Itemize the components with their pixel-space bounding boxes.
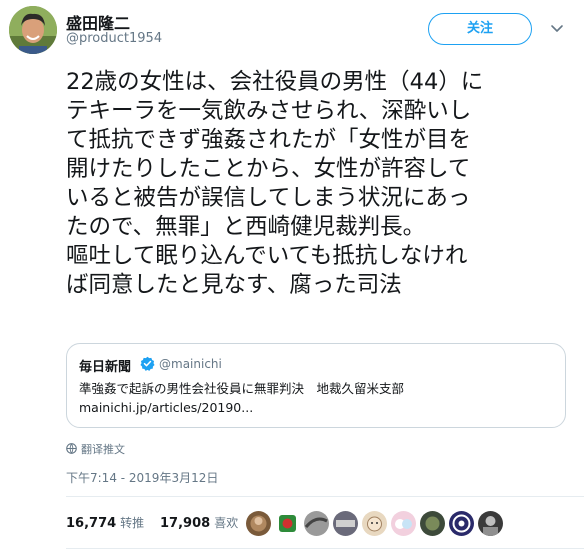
like-label[interactable]: 喜欢 xyxy=(214,516,238,530)
quote-author-name: 毎日新聞 xyxy=(79,360,132,375)
liker-avatar[interactable] xyxy=(391,511,416,536)
translate-label: 翻译推文 xyxy=(81,443,125,456)
chevron-down-icon[interactable] xyxy=(549,20,565,36)
retweet-count[interactable]: 16,774 xyxy=(66,516,116,531)
retweet-label[interactable]: 转推 xyxy=(120,516,144,530)
liker-avatar[interactable] xyxy=(246,511,271,536)
liker-avatar[interactable] xyxy=(362,511,387,536)
quoted-tweet-card[interactable]: 毎日新聞 @mainichi 準強姦で起訴の男性会社役員に無罪判決 地裁久留米支… xyxy=(66,343,566,428)
tweet-line: 22歳の女性は、会社役員の男性（44）に xyxy=(66,69,484,95)
tweet-line: 開けたりしたことから、女性が許容して xyxy=(66,156,471,182)
tweet-line: ば同意したと見なす、腐った司法 xyxy=(66,272,402,298)
divider xyxy=(66,548,584,549)
divider xyxy=(66,496,584,497)
quote-author-handle: @mainichi xyxy=(159,357,222,371)
liker-avatar[interactable] xyxy=(333,511,358,536)
author-avatar[interactable] xyxy=(9,6,57,54)
author-handle[interactable]: @product1954 xyxy=(66,31,162,46)
liker-avatar[interactable] xyxy=(449,511,474,536)
globe-icon xyxy=(66,443,77,454)
liker-avatar[interactable] xyxy=(304,511,329,536)
tweet-line: たので、無罪」と西崎健児裁判長。 xyxy=(66,214,426,240)
follow-button[interactable]: 关注 xyxy=(428,13,532,45)
translate-tweet-link[interactable]: 翻译推文 xyxy=(66,441,125,457)
like-count[interactable]: 17,908 xyxy=(160,516,210,531)
liker-avatar[interactable] xyxy=(478,511,503,536)
quote-link[interactable]: mainichi.jp/articles/20190... xyxy=(79,400,253,415)
liker-avatar[interactable] xyxy=(275,511,300,536)
tweet-line: 嘔吐して眠り込んでいても抵抗しなけれ xyxy=(66,243,468,269)
tweet-text: 22歳の女性は、会社役員の男性（44）に テキーラを一気飲みさせられ、深酔いし … xyxy=(66,68,578,300)
liker-avatar[interactable] xyxy=(420,511,445,536)
tweet-line: て抵抗できず強姦されたが「女性が目を xyxy=(66,127,472,153)
verified-badge-icon xyxy=(140,356,155,371)
tweet-timestamp[interactable]: 下午7:14 - 2019年3月12日 xyxy=(66,469,218,486)
tweet-line: いると被告が誤信してしまう状況にあっ xyxy=(66,185,471,211)
tweet-card: 盛田隆二 @product1954 关注 22歳の女性は、会社役員の男性（44）… xyxy=(0,0,584,554)
tweet-stats: 16,774 转推 17,908 喜欢 xyxy=(66,514,250,531)
tweet-line: テキーラを一気飲みさせられ、深酔いし xyxy=(66,98,472,124)
quote-text: 準強姦で起訴の男性会社役員に無罪判決 地裁久留米支部 xyxy=(79,381,405,396)
